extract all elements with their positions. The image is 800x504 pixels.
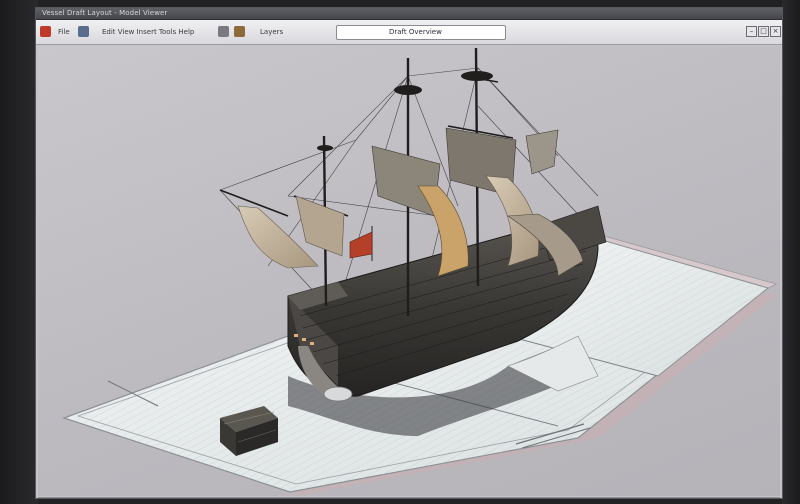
app-logo-icon[interactable] [40,26,51,37]
minimize-icon[interactable]: – [746,26,757,37]
close-icon[interactable]: × [770,26,781,37]
open-icon[interactable] [78,26,89,37]
app-root: Vessel Draft Layout - Model Viewer File … [0,0,800,504]
toolbar: File Edit View Insert Tools Help Layers … [36,20,782,45]
ship-model-render [62,47,778,496]
viewer-window: Vessel Draft Layout - Model Viewer File … [36,8,782,498]
desktop-frame-right [782,0,800,504]
desktop-frame-left [0,0,38,504]
sails [237,127,584,277]
menu-layers[interactable]: Layers [260,24,283,40]
render-icon[interactable] [234,26,245,37]
status-strip [38,497,780,498]
window-title: Vessel Draft Layout - Model Viewer [42,9,168,17]
title-bar[interactable]: Vessel Draft Layout - Model Viewer [36,8,782,20]
menu-file[interactable]: File [58,24,70,40]
menu-bar[interactable]: Edit View Insert Tools Help [102,24,194,40]
view-name-input[interactable]: Draft Overview [336,25,506,40]
viewport-canvas[interactable] [38,46,780,496]
layers-icon[interactable] [218,26,229,37]
view-name-value: Draft Overview [389,28,442,36]
maximize-icon[interactable]: □ [758,26,769,37]
